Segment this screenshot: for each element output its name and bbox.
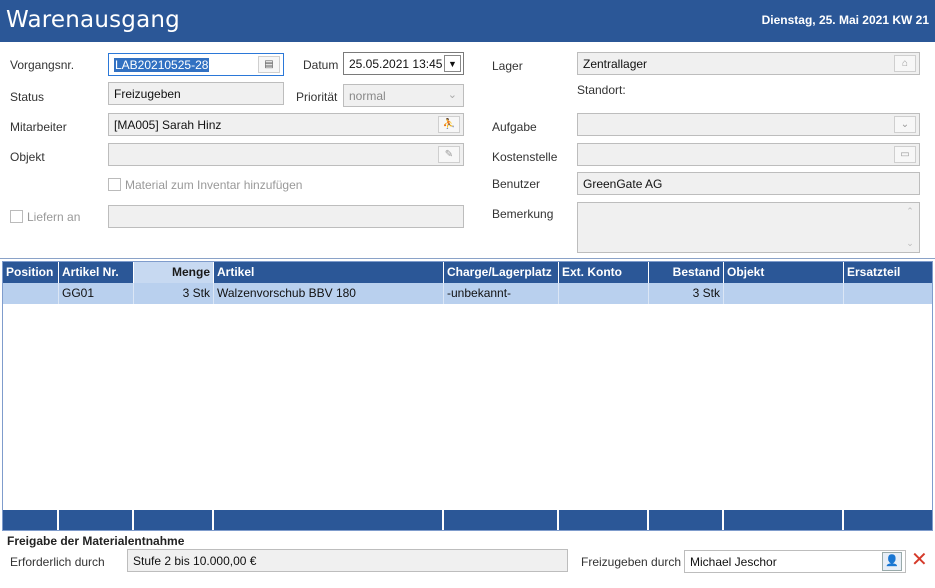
objekt-field[interactable]: ✎ [108,143,464,166]
header-date: Dienstag, 25. Mai 2021 KW 21 [761,13,929,27]
col-ersatzteil[interactable]: Ersatzteil [844,262,932,283]
footer-cell [134,510,214,530]
col-position[interactable]: Position [3,262,59,283]
bemerkung-textarea[interactable]: ⌃ ⌄ [577,202,920,253]
vorgangsnr-label: Vorgangsnr. [10,58,75,72]
clear-icon[interactable]: ✕ [911,550,928,570]
cell-artikel: Walzenvorschub BBV 180 [214,283,444,304]
footer-cell [649,510,724,530]
col-bestand[interactable]: Bestand [649,262,724,283]
erforderlich-field: Stufe 2 bis 10.000,00 € [127,549,568,572]
liefern-an-checkbox[interactable]: Liefern an [10,210,80,224]
cell-position [3,283,59,304]
liefern-an-box[interactable] [10,210,23,223]
vorgangsnr-field[interactable]: LAB20210525-28 ▤ [108,53,284,76]
aufgabe-label: Aufgabe [492,120,537,134]
scroll-up-icon[interactable]: ⌃ [904,206,916,217]
prioritaet-select[interactable]: normal ⌄ [343,84,464,107]
standort-label: Standort: [577,83,626,97]
prioritaet-value: normal [349,89,386,103]
cell-menge: 3 Stk [134,283,214,304]
prioritaet-label: Priorität [296,90,338,104]
col-menge[interactable]: Menge [134,262,214,283]
col-artikel-nr[interactable]: Artikel Nr. [59,262,134,283]
liefern-an-field[interactable] [108,205,464,228]
col-artikel[interactable]: Artikel [214,262,444,283]
grid-header: Position Artikel Nr. Menge Artikel Charg… [3,262,932,283]
datum-picker[interactable]: 25.05.2021 13:45 ▼ [343,52,464,75]
mitarbeiter-value: [MA005] Sarah Hinz [114,118,222,132]
page-title: Warenausgang [6,7,180,33]
benutzer-field: GreenGate AG [577,172,920,195]
lager-field[interactable]: Zentrallager ⌂ [577,52,920,75]
scroll-down-icon[interactable]: ⌄ [904,238,916,249]
objekt-label: Objekt [10,150,45,164]
material-inventar-checkbox[interactable]: Material zum Inventar hinzufügen [108,178,302,192]
lager-value: Zentrallager [583,57,648,71]
erforderlich-value: Stufe 2 bis 10.000,00 € [133,554,257,568]
dropdown-arrow-icon[interactable]: ▼ [444,55,461,72]
footer-cell [214,510,444,530]
mitarbeiter-field[interactable]: [MA005] Sarah Hinz ⛹ [108,113,464,136]
status-field: Freizugeben [108,82,284,105]
title-bar: Warenausgang Dienstag, 25. Mai 2021 KW 2… [0,0,935,42]
cell-charge: -unbekannt- [444,283,559,304]
chevron-down-icon[interactable]: ⌄ [894,116,916,133]
freizugeben-label: Freizugeben durch [581,555,682,569]
vorgangsnr-value: LAB20210525-28 [114,58,210,72]
material-inventar-label: Material zum Inventar hinzufügen [125,178,303,192]
warehouse-icon[interactable]: ⌂ [894,55,916,72]
benutzer-value: GreenGate AG [583,177,663,191]
cell-objekt [724,283,844,304]
cost-center-icon[interactable]: ▭ [894,146,916,163]
article-grid[interactable]: Position Artikel Nr. Menge Artikel Charg… [2,261,933,531]
chevron-down-icon: ⌄ [447,89,457,101]
status-label: Status [10,90,45,104]
cell-bestand: 3 Stk [649,283,724,304]
footer-cell [844,510,932,530]
bemerkung-scrollbar[interactable]: ⌃ ⌄ [904,206,916,249]
grid-divider [0,258,935,259]
bemerkung-label: Bemerkung [492,207,554,221]
lager-label: Lager [492,59,523,73]
erforderlich-label: Erforderlich durch [10,555,105,569]
user-select-icon[interactable]: 👤 [882,552,902,571]
mitarbeiter-label: Mitarbeiter [10,120,67,134]
cell-artikel-nr: GG01 [59,283,134,304]
freigabe-title: Freigabe der Materialentnahme [7,534,185,548]
footer-cell [559,510,649,530]
footer-cell [59,510,134,530]
footer-cell [444,510,559,530]
datum-label: Datum [303,58,339,72]
col-objekt[interactable]: Objekt [724,262,844,283]
table-row[interactable]: GG01 3 Stk Walzenvorschub BBV 180 -unbek… [3,283,932,304]
datum-value: 25.05.2021 13:45 [349,57,443,71]
person-icon[interactable]: ⛹ [438,116,460,133]
liefern-an-label: Liefern an [27,210,81,224]
freizugeben-field[interactable]: Michael Jeschor 👤 [684,550,906,573]
kostenstelle-field[interactable]: ▭ [577,143,920,166]
footer-cell [724,510,844,530]
benutzer-label: Benutzer [492,177,541,191]
object-icon[interactable]: ✎ [438,146,460,163]
cell-ext-konto [559,283,649,304]
grid-footer [3,510,932,530]
kostenstelle-label: Kostenstelle [492,150,558,164]
barcode-icon[interactable]: ▤ [258,56,280,73]
col-charge[interactable]: Charge/Lagerplatz [444,262,559,283]
footer-cell [3,510,59,530]
aufgabe-field[interactable]: ⌄ [577,113,920,136]
freizugeben-value: Michael Jeschor [690,555,777,569]
col-ext-konto[interactable]: Ext. Konto [559,262,649,283]
material-inventar-box[interactable] [108,178,121,191]
status-value: Freizugeben [114,87,181,101]
cell-ersatzteil [844,283,932,304]
